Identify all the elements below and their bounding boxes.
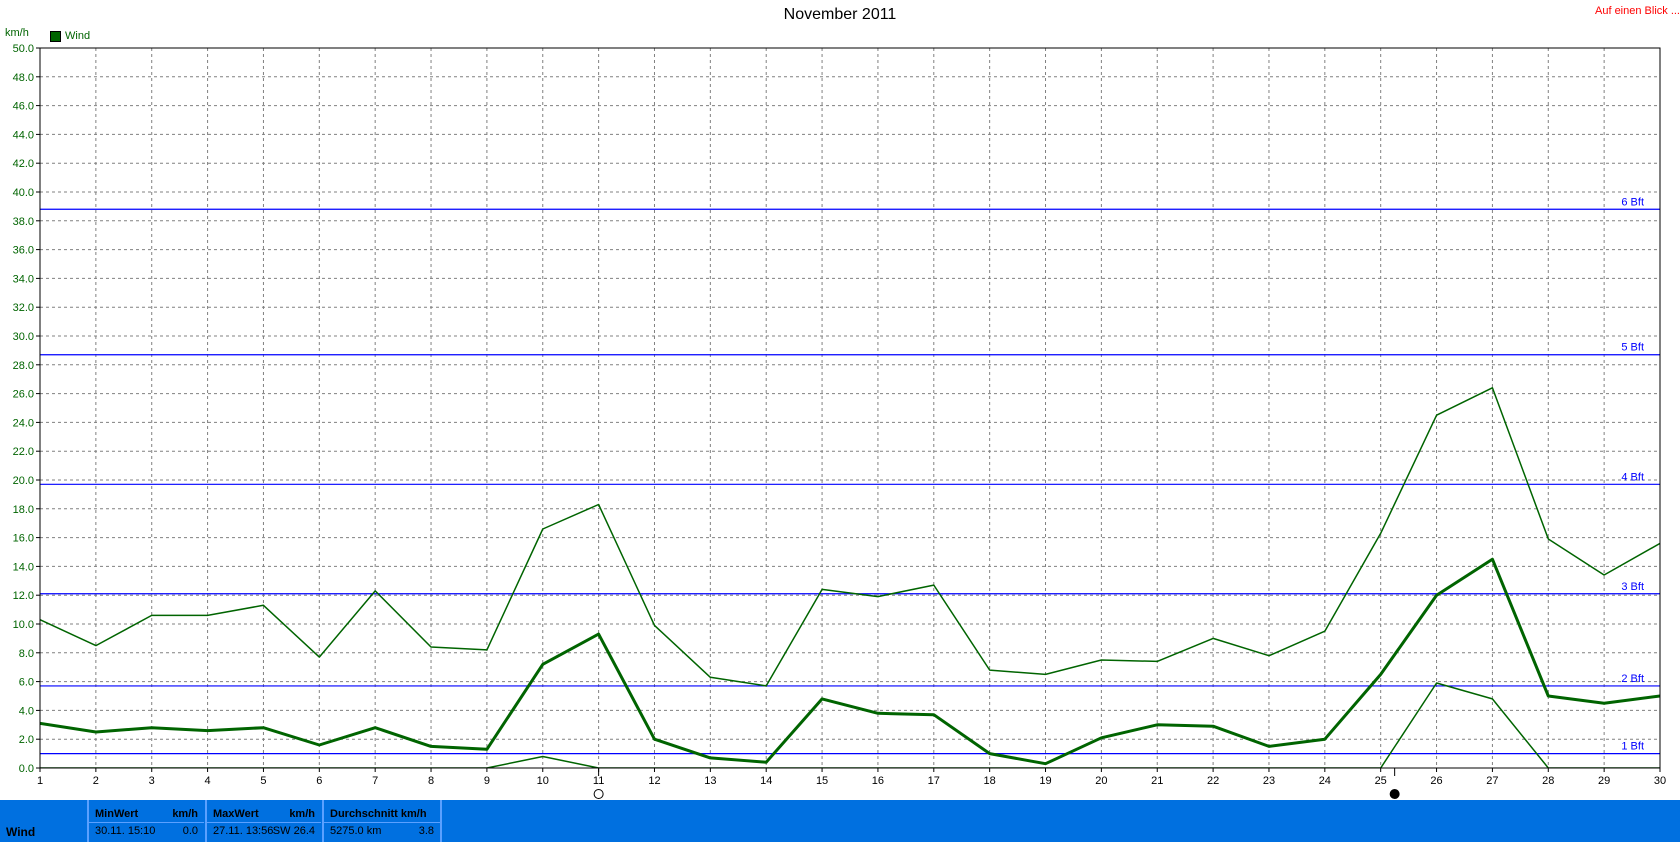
x-tick-label: 21 <box>1151 775 1163 787</box>
info-row-label: Wind <box>6 825 36 839</box>
grid-lines <box>40 48 1660 768</box>
max-number: 26.4 <box>293 825 315 837</box>
info-bar: Wind MinWert km/h 30.11. 15:10 0.0 MaxWe… <box>0 800 1680 842</box>
legend: Wind <box>50 30 90 42</box>
series-line-avg <box>40 557 1660 766</box>
x-tick-label: 8 <box>428 775 434 787</box>
x-tick-label: 12 <box>648 775 660 787</box>
beaufort-reference-lines: 1 Bft 2 Bft 3 Bft 4 Bft 5 Bft 6 Bft <box>40 196 1660 755</box>
x-tick-label: 25 <box>1375 775 1387 787</box>
x-tick-label: 4 <box>205 775 211 787</box>
x-tick-label: 16 <box>872 775 884 787</box>
y-tick-label: 14.0 <box>13 561 34 573</box>
x-tick-label: 27 <box>1486 775 1498 787</box>
full-moon-icon <box>1389 789 1400 799</box>
min-value-column: MinWert km/h 30.11. 15:10 0.0 <box>87 800 204 842</box>
beaufort-label: 5 Bft <box>1621 342 1644 354</box>
x-tick-label: 2 <box>93 775 99 787</box>
avg-value: 3.8 <box>418 825 434 837</box>
x-tick-label: 13 <box>704 775 716 787</box>
x-tick-label: 18 <box>984 775 996 787</box>
x-tick-label: 14 <box>760 775 772 787</box>
x-tick-label: 5 <box>260 775 266 787</box>
y-tick-label: 20.0 <box>13 475 34 487</box>
x-tick-label: 17 <box>928 775 940 787</box>
min-value: 0.0 <box>182 825 198 837</box>
max-direction: SW <box>272 825 291 837</box>
y-tick-label: 10.0 <box>13 619 34 631</box>
beaufort-label: 4 Bft <box>1621 471 1644 483</box>
y-tick-label: 38.0 <box>13 216 34 228</box>
y-tick-label: 48.0 <box>13 72 34 84</box>
y-tick-label: 28.0 <box>13 360 34 372</box>
series-line-max <box>40 387 1660 687</box>
y-tick-label: 36.0 <box>13 245 34 257</box>
y-tick-label: 0.0 <box>19 763 34 775</box>
y-tick-label: 26.0 <box>13 389 34 401</box>
beaufort-label: 3 Bft <box>1621 581 1644 593</box>
beaufort-label: 1 Bft <box>1621 741 1644 753</box>
y-tick-label: 18.0 <box>13 504 34 516</box>
y-tick-label: 30.0 <box>13 331 34 343</box>
y-axis-ticks: 0.0 2.0 4.0 6.0 8.0 10.0 12.0 14.0 16.0 18.0 20.0 2… <box>13 43 40 775</box>
max-time: 27.11. 13:56 <box>213 825 274 837</box>
beaufort-label: 2 Bft <box>1621 673 1644 685</box>
max-value-column: MaxWert km/h 27.11. 13:56 SW 26.4 <box>205 800 321 842</box>
x-tick-label: 30 <box>1654 775 1666 787</box>
legend-swatch <box>50 30 61 42</box>
y-tick-label: 40.0 <box>13 187 34 199</box>
average-column: Durchschnitt km/h 5275.0 km 3.8 <box>322 800 442 842</box>
wind-series <box>40 387 1660 768</box>
x-tick-label: 11 <box>593 775 604 787</box>
x-tick-label: 23 <box>1263 775 1275 787</box>
y-tick-label: 34.0 <box>13 273 34 285</box>
x-tick-label: 24 <box>1319 775 1331 787</box>
y-axis-unit: km/h <box>5 27 29 39</box>
plot-frame <box>39 47 1661 769</box>
overview-link[interactable]: Auf einen Blick ... <box>1595 5 1680 17</box>
x-tick-label: 1 <box>37 775 43 787</box>
y-tick-label: 46.0 <box>13 101 34 113</box>
y-tick-label: 24.0 <box>13 417 34 429</box>
y-tick-label: 44.0 <box>13 129 34 141</box>
y-tick-label: 16.0 <box>13 533 34 545</box>
x-tick-label: 20 <box>1095 775 1107 787</box>
x-tick-label: 7 <box>372 775 378 787</box>
max-unit: km/h <box>289 808 315 820</box>
x-tick-label: 26 <box>1430 775 1442 787</box>
x-tick-label: 28 <box>1542 775 1554 787</box>
chart-title: November 2011 <box>783 6 897 23</box>
x-tick-label: 29 <box>1598 775 1610 787</box>
avg-distance: 5275.0 km <box>330 825 382 837</box>
wind-chart: 1 Bft 2 Bft 3 Bft 4 Bft 5 Bft 6 Bft 0.0 2.0 4.0… <box>13 43 1666 799</box>
y-tick-label: 32.0 <box>13 302 34 314</box>
avg-header: Durchschnitt km/h <box>330 808 427 820</box>
y-tick-label: 2.0 <box>19 734 34 746</box>
x-tick-label: 22 <box>1207 775 1219 787</box>
x-tick-label: 9 <box>484 775 490 787</box>
y-tick-label: 8.0 <box>19 648 34 660</box>
y-tick-label: 12.0 <box>13 590 34 602</box>
legend-label: Wind <box>65 30 91 42</box>
y-tick-label: 4.0 <box>19 705 34 717</box>
max-header: MaxWert <box>213 808 259 820</box>
y-tick-label: 6.0 <box>19 677 34 689</box>
min-time: 30.11. 15:10 <box>95 825 156 837</box>
y-tick-label: 42.0 <box>13 158 34 170</box>
min-header: MinWert <box>95 808 139 820</box>
new-moon-icon <box>593 789 604 799</box>
x-axis-ticks: 1 2 3 4 5 6 7 8 9 10 11 12 13 14 15 16 17 18 19 20 21 22 23 24 2… <box>37 768 1666 787</box>
series-line-min <box>40 682 1660 768</box>
x-tick-label: 19 <box>1039 775 1051 787</box>
x-tick-label: 15 <box>816 775 828 787</box>
x-tick-label: 3 <box>149 775 155 787</box>
x-tick-label: 6 <box>316 775 322 787</box>
y-tick-label: 50.0 <box>13 43 34 55</box>
min-unit: km/h <box>172 808 198 820</box>
beaufort-label: 6 Bft <box>1621 196 1644 208</box>
y-tick-label: 22.0 <box>13 446 34 458</box>
max-value: SW 26.4 <box>273 825 315 837</box>
x-tick-label: 10 <box>537 775 549 787</box>
